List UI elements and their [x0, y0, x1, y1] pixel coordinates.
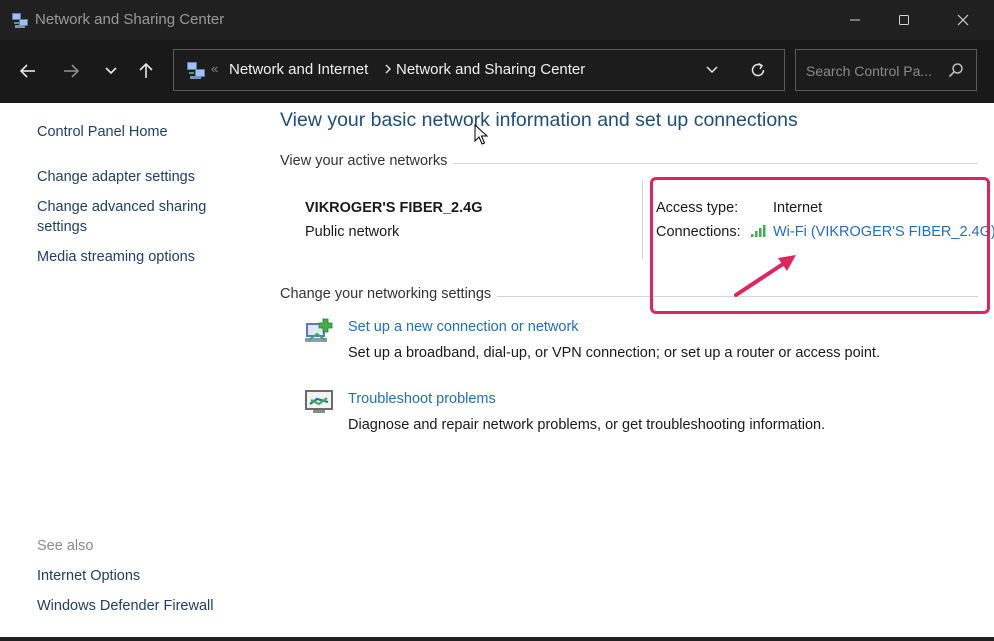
address-bar[interactable]: « Network and Internet Network and Shari… [173, 49, 785, 91]
window-bottom-border [0, 637, 994, 641]
search-icon[interactable] [947, 61, 965, 79]
see-also-label: See also [37, 538, 94, 554]
mouse-cursor-icon [474, 124, 488, 145]
address-dropdown-button[interactable] [701, 59, 723, 81]
setup-new-connection-description: Set up a broadband, dial-up, or VPN conn… [348, 345, 880, 361]
change-settings-label: Change your networking settings [280, 286, 498, 302]
network-divider [642, 181, 643, 259]
close-button[interactable] [938, 0, 988, 40]
page-title: View your basic network information and … [280, 109, 798, 131]
minimize-icon [850, 19, 860, 21]
chevron-down-icon [706, 66, 718, 74]
sidebar-control-panel-home[interactable]: Control Panel Home [37, 124, 168, 140]
search-input[interactable] [804, 60, 948, 82]
network-category: Public network [305, 224, 400, 240]
arrow-right-icon [64, 64, 80, 78]
troubleshoot-problems-description: Diagnose and repair network problems, or… [348, 417, 826, 433]
sidebar-change-advanced-sharing[interactable]: Change advanced sharing [37, 199, 206, 215]
breadcrumb-overflow[interactable]: « [211, 61, 218, 76]
sidebar-change-advanced-sharing-settings[interactable]: settings [37, 219, 87, 235]
troubleshoot-problems-link[interactable]: Troubleshoot problems [348, 391, 496, 407]
annotation-arrow-icon [734, 255, 796, 297]
annotation-highlight-box [650, 177, 990, 314]
active-networks-label: View your active networks [280, 153, 454, 169]
minimize-button[interactable] [830, 0, 880, 40]
breadcrumb-chevron-icon[interactable] [382, 62, 394, 76]
network-location-icon [187, 62, 205, 79]
chevron-down-icon [105, 67, 117, 75]
refresh-icon [751, 62, 765, 77]
maximize-button[interactable] [879, 0, 929, 40]
close-icon [957, 14, 969, 26]
breadcrumb-network-and-sharing-center[interactable]: Network and Sharing Center [396, 61, 585, 78]
setup-new-connection-link[interactable]: Set up a new connection or network [348, 319, 579, 335]
arrow-up-icon [139, 62, 153, 78]
arrow-left-icon [19, 64, 35, 78]
forward-button[interactable] [56, 56, 86, 86]
navigation-bar: « Network and Internet Network and Shari… [0, 40, 994, 103]
breadcrumb-network-and-internet[interactable]: Network and Internet [229, 61, 368, 78]
sidebar-internet-options[interactable]: Internet Options [37, 568, 140, 584]
refresh-button[interactable] [747, 59, 769, 81]
up-button[interactable] [131, 56, 161, 86]
title-bar: Network and Sharing Center [0, 0, 994, 40]
network-app-icon [12, 13, 28, 28]
sidebar-media-streaming-options[interactable]: Media streaming options [37, 249, 195, 265]
window-title: Network and Sharing Center [35, 11, 225, 28]
sidebar-windows-defender-firewall[interactable]: Windows Defender Firewall [37, 598, 213, 614]
search-box[interactable] [795, 49, 977, 91]
back-button[interactable] [13, 56, 43, 86]
sidebar-change-adapter-settings[interactable]: Change adapter settings [37, 169, 195, 185]
network-name: VIKROGER'S FIBER_2.4G [305, 200, 483, 216]
troubleshoot-icon[interactable] [303, 388, 335, 416]
maximize-icon [899, 15, 909, 25]
recent-locations-button[interactable] [96, 56, 126, 86]
new-connection-icon[interactable] [303, 316, 335, 346]
